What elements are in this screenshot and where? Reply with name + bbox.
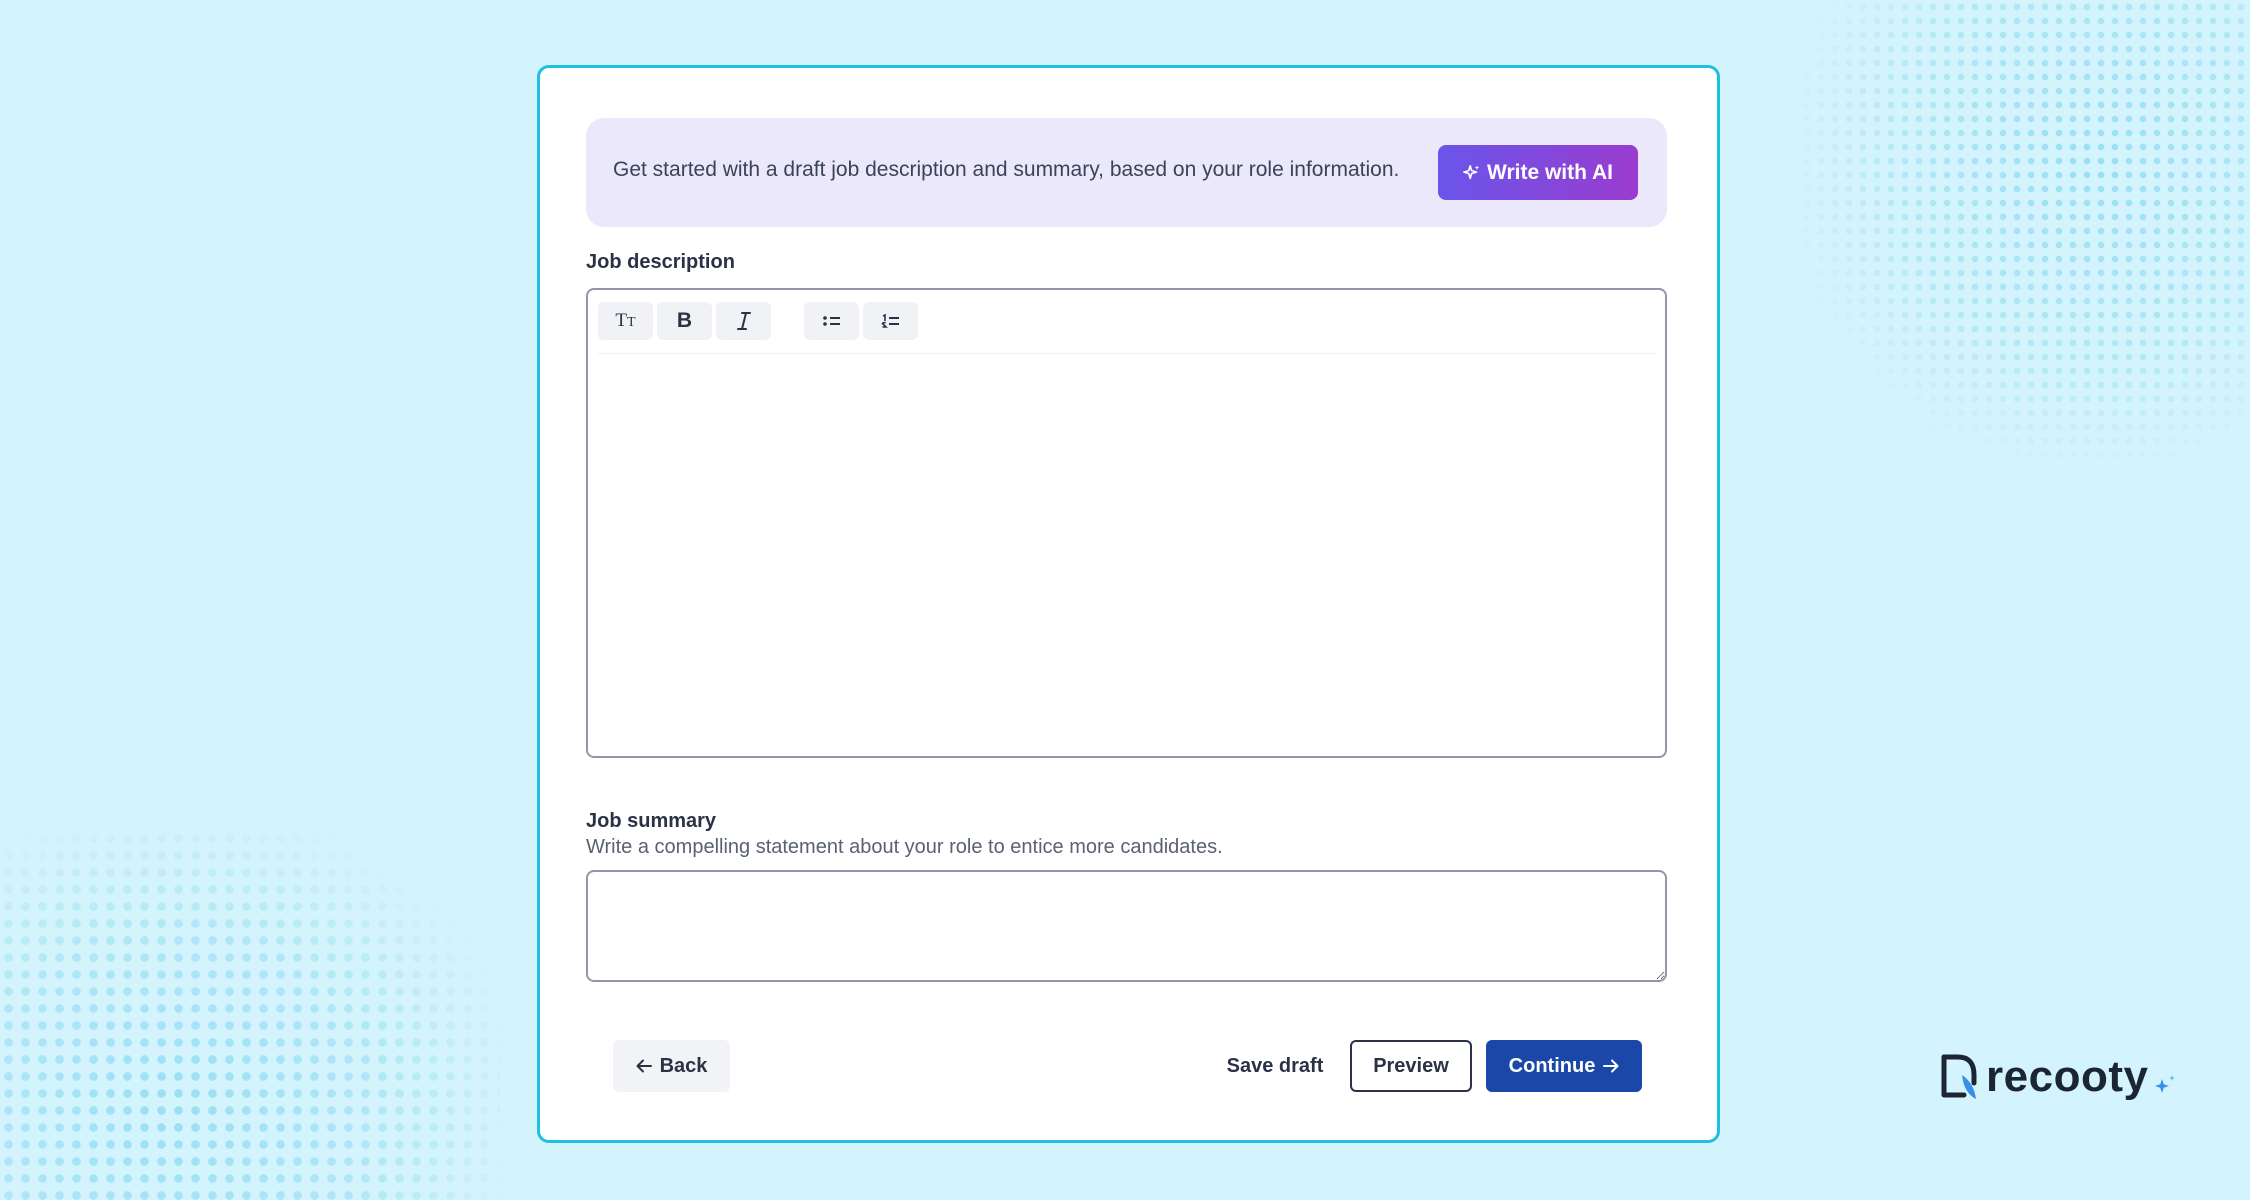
save-draft-label: Save draft	[1226, 1054, 1324, 1077]
bold-button[interactable]: B	[657, 302, 712, 340]
job-description-editor[interactable]: TT B	[586, 288, 1667, 758]
ai-draft-banner-text: Get started with a draft job description…	[613, 158, 1400, 181]
numbered-list-icon	[880, 313, 899, 328]
sparkle-icon	[2155, 1075, 2176, 1093]
numbered-list-button[interactable]	[863, 302, 918, 340]
continue-label: Continue	[1508, 1054, 1596, 1077]
job-summary-textarea[interactable]	[586, 870, 1667, 982]
bullet-list-button[interactable]	[804, 302, 859, 340]
italic-button[interactable]	[716, 302, 771, 340]
editor-toolbar-divider	[598, 353, 1655, 354]
text-size-icon: TT	[615, 310, 636, 331]
write-with-ai-button[interactable]: Write with AI	[1438, 145, 1638, 200]
job-summary-hint: Write a compelling statement about your …	[586, 836, 1223, 858]
recooty-logo: recooty	[1940, 1052, 2178, 1102]
ai-draft-banner: Get started with a draft job description…	[586, 118, 1667, 227]
write-with-ai-label: Write with AI	[1487, 160, 1613, 184]
italic-icon	[736, 312, 751, 330]
bullet-list-icon	[822, 316, 840, 326]
continue-button[interactable]: Continue	[1486, 1040, 1642, 1092]
arrow-right-icon	[1603, 1059, 1619, 1073]
back-button[interactable]: Back	[613, 1040, 730, 1092]
brand-name: recooty	[1986, 1052, 2149, 1101]
save-draft-button[interactable]: Save draft	[1220, 1040, 1330, 1092]
arrow-left-icon	[636, 1059, 652, 1073]
text-size-button[interactable]: TT	[598, 302, 653, 340]
bold-icon: B	[676, 309, 693, 332]
back-label: Back	[659, 1054, 708, 1077]
preview-label: Preview	[1373, 1054, 1449, 1077]
job-description-label: Job description	[586, 251, 735, 273]
recooty-logo-mark-icon	[1941, 1054, 1977, 1099]
job-summary-label: Job summary	[586, 810, 717, 832]
sparkle-icon	[1463, 164, 1480, 179]
decorative-dot-pattern-bottom-left	[0, 830, 500, 1200]
preview-button[interactable]: Preview	[1350, 1040, 1472, 1092]
decorative-dot-pattern-top-right	[1800, 0, 2250, 460]
